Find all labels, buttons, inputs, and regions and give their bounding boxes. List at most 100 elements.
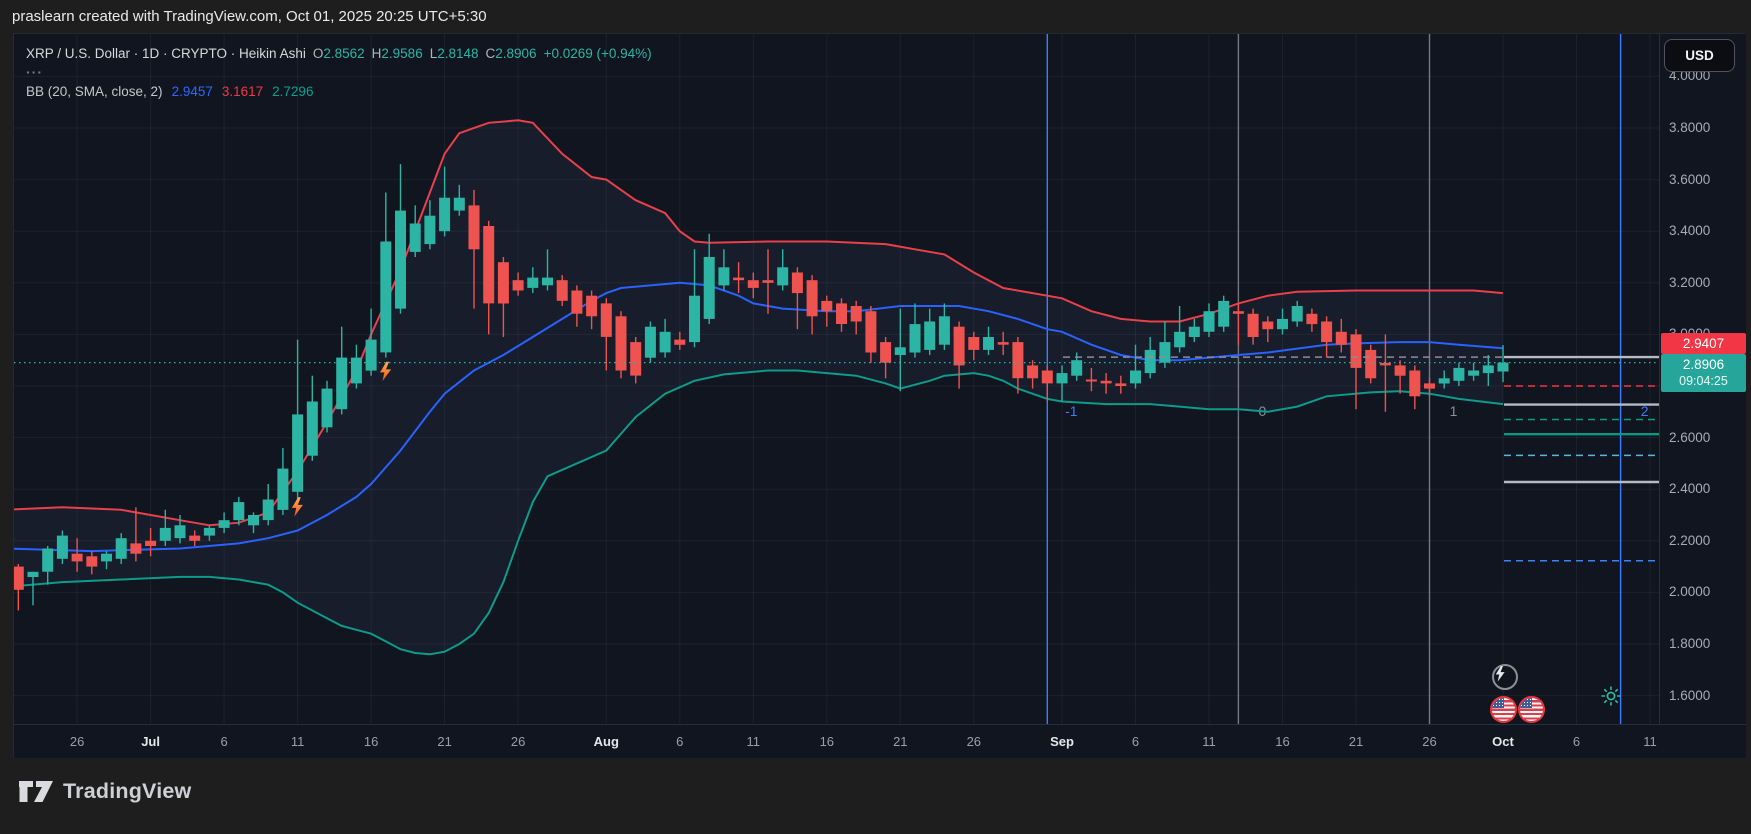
candle — [1027, 365, 1038, 378]
candle — [483, 226, 494, 303]
candle — [645, 327, 656, 358]
candle — [116, 538, 127, 559]
lightning-bolt-glyph — [1494, 666, 1506, 682]
bb-indicator-label[interactable]: BB (20, SMA, close, 2) — [26, 84, 163, 99]
candle — [1159, 342, 1170, 363]
symbol-legend-row[interactable]: XRP / U.S. Dollar · 1D · CRYPTO · Heikin… — [26, 46, 652, 61]
candle — [28, 572, 39, 577]
candle — [307, 402, 318, 456]
candle — [1292, 306, 1303, 322]
candle — [130, 543, 141, 553]
candle — [954, 327, 965, 366]
candle — [72, 554, 83, 562]
candle — [233, 502, 244, 520]
candle — [880, 342, 891, 363]
candle — [395, 211, 406, 309]
bar-countdown: 09:04:25 — [1661, 373, 1746, 390]
ohlc-value: 2.8906 — [495, 46, 536, 61]
candle — [439, 198, 450, 232]
chart-canvas[interactable]: -1012 — [14, 34, 1659, 724]
price-axis-label: 3.8000 — [1669, 120, 1710, 135]
time-axis-label: 11 — [1184, 734, 1234, 749]
attribution-text: praslearn created with TradingView.com, … — [12, 8, 487, 25]
price-axis-label: 1.6000 — [1669, 688, 1710, 703]
candle — [101, 554, 112, 562]
candle — [1218, 301, 1229, 327]
candle — [968, 337, 979, 350]
time-axis-label: 26 — [1405, 734, 1455, 749]
candle — [1101, 381, 1112, 384]
attribution-bar: praslearn created with TradingView.com, … — [0, 0, 1751, 33]
candle — [454, 198, 465, 211]
candle — [1424, 383, 1435, 388]
symbol-title[interactable]: XRP / U.S. Dollar · 1D · CRYPTO · Heikin… — [26, 46, 306, 61]
candle — [1189, 327, 1200, 337]
candle — [42, 549, 53, 572]
candle — [292, 414, 303, 491]
time-axis-label: Aug — [581, 734, 631, 749]
candle — [277, 469, 288, 510]
candle — [160, 528, 171, 541]
us-flag-event-icon[interactable] — [1518, 696, 1545, 723]
ohlc-letter: O — [313, 46, 324, 61]
tradingview-watermark[interactable]: TradingView — [18, 779, 191, 804]
candle — [821, 301, 832, 311]
time-axis-label: Jul — [126, 734, 176, 749]
candle — [1483, 365, 1494, 373]
candle — [865, 311, 876, 352]
time-axis-label: Oct — [1478, 734, 1528, 749]
candle — [14, 567, 24, 590]
lightning-event-icon[interactable] — [1492, 664, 1518, 690]
legend-more-button[interactable]: ··· — [26, 67, 652, 77]
price-axis[interactable]: 4.00003.80003.60003.40003.20003.00002.60… — [1659, 34, 1746, 724]
candle — [748, 280, 759, 288]
time-axis-label: 21 — [875, 734, 925, 749]
candle — [983, 337, 994, 350]
candle — [351, 358, 362, 384]
candle — [380, 242, 391, 353]
candle — [86, 556, 97, 566]
price-axis-label: 2.4000 — [1669, 481, 1710, 496]
last-price-label[interactable]: 2.8906 09:04:25 — [1661, 354, 1746, 392]
candle — [1057, 373, 1068, 383]
price-axis-label: 2.0000 — [1669, 584, 1710, 599]
ohlc-values: O2.8562H2.9586L2.8148C2.8906 — [306, 46, 537, 61]
candle — [1395, 365, 1406, 375]
bb-indicator-row[interactable]: BB (20, SMA, close, 2)2.94573.16172.7296 — [26, 84, 652, 99]
candle — [1042, 371, 1053, 384]
change-value: +0.0269 (+0.94%) — [544, 46, 652, 61]
candle — [1365, 350, 1376, 378]
candle — [424, 216, 435, 244]
time-axis-label: 26 — [52, 734, 102, 749]
chart-legend: XRP / U.S. Dollar · 1D · CRYPTO · Heikin… — [26, 46, 652, 99]
ohlc-letter: C — [486, 46, 496, 61]
candle — [601, 303, 612, 337]
alert-price-label[interactable]: 2.9407 — [1661, 333, 1746, 354]
time-axis-label: 16 — [802, 734, 852, 749]
chart-plot[interactable]: -1012 XRP / U.S. Dollar · 1D · CRYPTO · … — [14, 34, 1659, 724]
price-axis-label: 3.4000 — [1669, 223, 1710, 238]
candle — [704, 257, 715, 319]
candle — [336, 358, 347, 410]
time-axis[interactable]: 26Jul611162126Aug611162126Sep611162126Oc… — [14, 724, 1746, 758]
chart-panel: -1012 XRP / U.S. Dollar · 1D · CRYPTO · … — [13, 33, 1745, 757]
candle — [469, 205, 480, 249]
candle — [410, 224, 421, 252]
cycle-vline-label: -1 — [1065, 403, 1078, 419]
time-axis-label: 16 — [346, 734, 396, 749]
candle — [1130, 371, 1141, 384]
bb-fill — [14, 120, 1503, 654]
candle — [1262, 322, 1273, 330]
ohlc-letter: H — [372, 46, 382, 61]
candle — [777, 267, 788, 285]
currency-toggle-button[interactable]: USD — [1664, 39, 1735, 72]
candle — [175, 525, 186, 538]
candle — [366, 340, 377, 371]
time-axis-label: 21 — [1331, 734, 1381, 749]
candle — [674, 340, 685, 345]
tradingview-wordmark: TradingView — [63, 779, 191, 804]
candle — [1145, 350, 1156, 373]
us-flag-event-icon[interactable] — [1490, 696, 1517, 723]
time-axis-label: Sep — [1037, 734, 1087, 749]
bb-upper-value: 3.1617 — [222, 84, 263, 99]
